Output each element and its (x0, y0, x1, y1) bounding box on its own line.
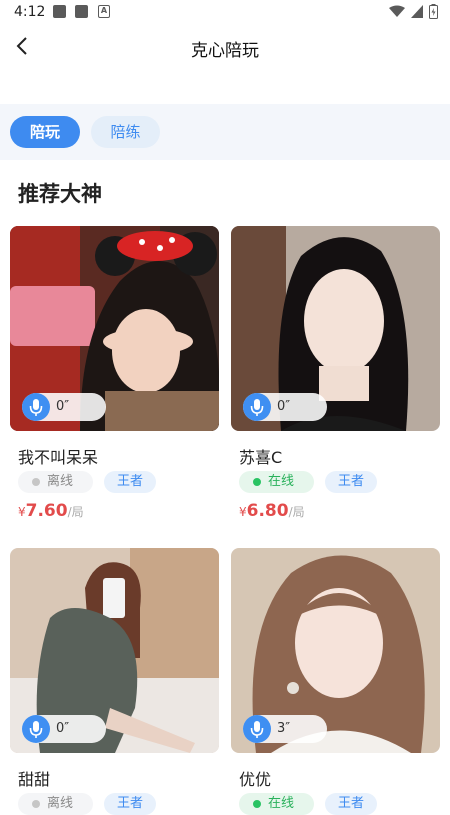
player-name: 我不叫呆呆 (18, 448, 99, 467)
player-card[interactable]: 0″ 苏喜C 在线 王者 ¥6.80/局 (231, 226, 440, 526)
voice-duration: 0″ (56, 399, 70, 414)
status-badge: 离线 (18, 471, 93, 493)
price-amount: 7.60 (25, 501, 68, 521)
voice-intro-button[interactable]: 0″ (22, 715, 106, 743)
price-unit: /局 (288, 505, 305, 519)
status-badge: 在线 (239, 793, 314, 815)
nav-bar: 克心陪玩 (0, 26, 450, 68)
status-time: 4:12 (14, 4, 46, 20)
microphone-icon (22, 715, 50, 743)
page-title: 克心陪玩 (191, 41, 259, 61)
voice-duration: 0″ (277, 399, 291, 414)
status-dot (253, 800, 261, 808)
notification-icon (53, 5, 66, 18)
status-bar: 4:12 A (0, 0, 450, 26)
game-badge: 王者 (104, 793, 156, 815)
player-card[interactable]: 0″ 甜甜 离线 王者 (10, 548, 219, 815)
category-tabs: 陪玩 陪练 (0, 104, 450, 160)
voice-intro-button[interactable]: 0″ (22, 393, 106, 421)
player-name: 优优 (239, 770, 272, 789)
price-unit: /局 (67, 505, 84, 519)
tab-peilian[interactable]: 陪练 (91, 116, 160, 148)
status-label: 在线 (268, 796, 295, 811)
microphone-icon (243, 715, 271, 743)
price-amount: 6.80 (246, 501, 289, 521)
game-badge: 王者 (325, 471, 377, 493)
player-name: 甜甜 (18, 770, 51, 789)
status-dot (32, 800, 40, 808)
microphone-icon (243, 393, 271, 421)
tab-peiwan[interactable]: 陪玩 (10, 116, 80, 148)
voice-duration: 0″ (56, 721, 70, 736)
signal-icon (411, 5, 423, 18)
section-title: 推荐大神 (18, 182, 102, 206)
status-label: 离线 (47, 474, 74, 489)
status-dot (253, 478, 261, 486)
microphone-icon (22, 393, 50, 421)
notification-icon (75, 5, 88, 18)
game-badge: 王者 (104, 471, 156, 493)
voice-intro-button[interactable]: 3″ (243, 715, 327, 743)
price: ¥7.60/局 (18, 501, 84, 521)
player-card[interactable]: 0″ 我不叫呆呆 离线 王者 ¥7.60/局 (10, 226, 219, 526)
status-badge: 离线 (18, 793, 93, 815)
app-notification-icon: A (98, 5, 110, 18)
price-currency: ¥ (239, 505, 247, 519)
battery-icon (429, 4, 438, 19)
status-dot (32, 478, 40, 486)
player-card[interactable]: 3″ 优优 在线 王者 (231, 548, 440, 815)
game-badge: 王者 (325, 793, 377, 815)
status-label: 在线 (268, 474, 295, 489)
voice-intro-button[interactable]: 0″ (243, 393, 327, 421)
price-currency: ¥ (18, 505, 26, 519)
voice-duration: 3″ (277, 721, 291, 736)
price: ¥6.80/局 (239, 501, 305, 521)
wifi-icon (389, 5, 405, 17)
status-badge: 在线 (239, 471, 314, 493)
player-name: 苏喜C (239, 448, 283, 467)
status-label: 离线 (47, 796, 74, 811)
